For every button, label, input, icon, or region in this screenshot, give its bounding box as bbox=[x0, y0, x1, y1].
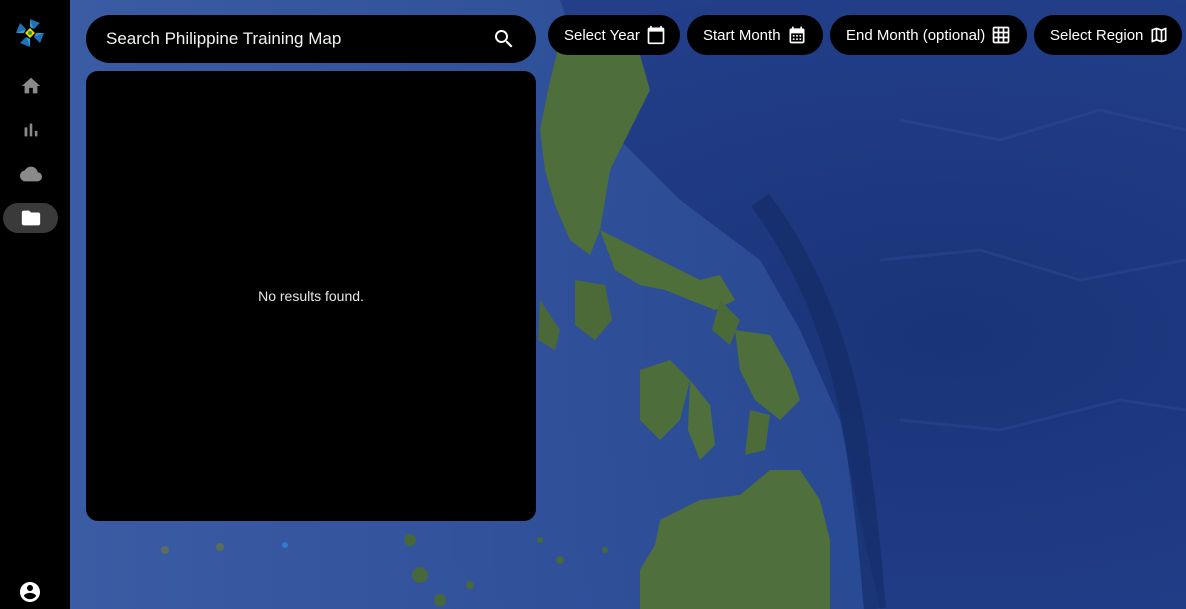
search-icon[interactable] bbox=[492, 27, 516, 51]
select-year-label: Select Year bbox=[564, 26, 640, 44]
select-year-button[interactable]: Select Year bbox=[548, 15, 680, 55]
sidebar-item-folder[interactable] bbox=[3, 203, 58, 233]
empty-results-message: No results found. bbox=[258, 287, 364, 304]
end-month-label: End Month (optional) bbox=[846, 26, 986, 44]
bar-chart-icon bbox=[24, 123, 37, 137]
sidebar-item-cloud[interactable] bbox=[3, 159, 58, 189]
sidebar-item-home[interactable] bbox=[3, 71, 58, 101]
account-circle-icon bbox=[20, 582, 40, 602]
calendar-icon bbox=[647, 25, 665, 45]
map-icon bbox=[1151, 27, 1167, 43]
folder-icon bbox=[21, 210, 40, 226]
end-month-button[interactable]: End Month (optional) bbox=[830, 15, 1027, 55]
select-region-button[interactable]: Select Region bbox=[1034, 15, 1182, 55]
sidebar-item-statistics[interactable] bbox=[3, 115, 58, 145]
search-input[interactable] bbox=[106, 19, 492, 59]
cloud-icon bbox=[19, 166, 42, 182]
select-region-label: Select Region bbox=[1050, 26, 1144, 44]
calendar-month-icon bbox=[789, 26, 805, 44]
app-logo[interactable] bbox=[14, 17, 46, 49]
results-panel: No results found. bbox=[86, 71, 536, 521]
grid-icon bbox=[992, 26, 1010, 44]
search-bar bbox=[86, 15, 536, 63]
sidebar bbox=[0, 0, 70, 609]
account-button[interactable] bbox=[18, 580, 42, 604]
start-month-button[interactable]: Start Month bbox=[687, 15, 823, 55]
home-icon bbox=[21, 77, 40, 94]
start-month-label: Start Month bbox=[703, 26, 781, 44]
